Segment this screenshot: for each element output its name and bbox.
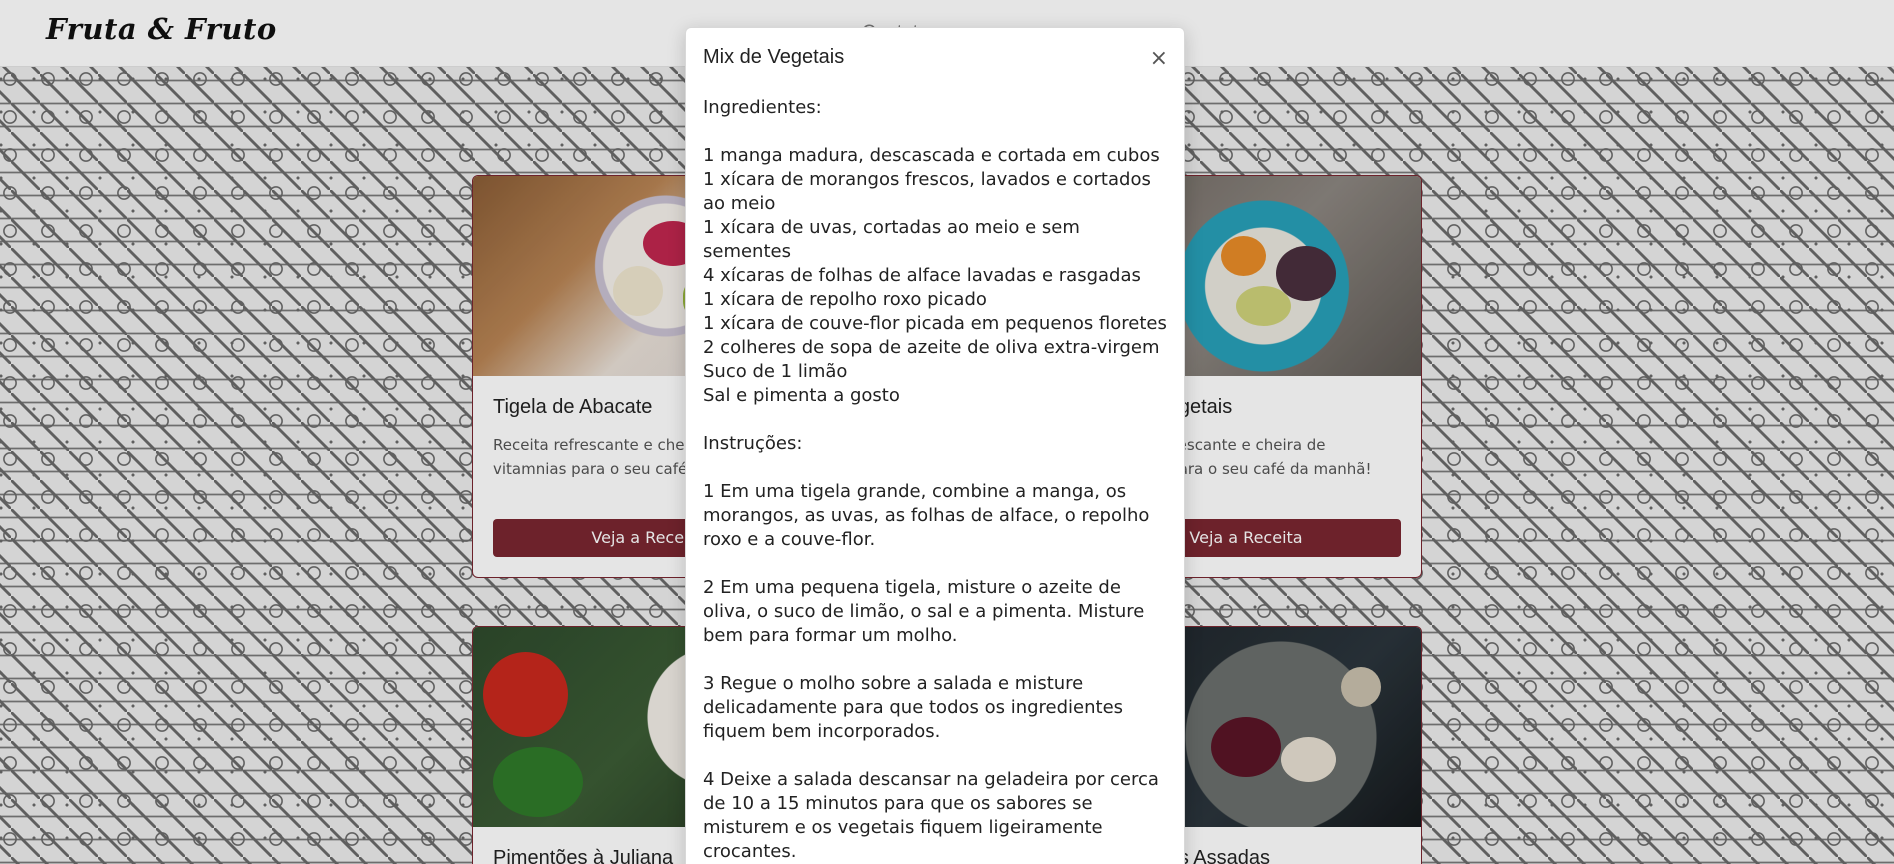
instruction-step: 3 Regue o molho sobre a salada e misture… xyxy=(703,673,1129,742)
ingredient-item: Suco de 1 limão xyxy=(703,361,848,382)
instructions-heading: Instruções: xyxy=(703,433,803,454)
ingredient-item: 1 xícara de repolho roxo picado xyxy=(703,289,987,310)
close-icon[interactable]: × xyxy=(1150,48,1168,70)
ingredients-heading: Ingredientes: xyxy=(703,97,822,118)
ingredient-item: 1 xícara de uvas, cortadas ao meio e sem… xyxy=(703,217,1086,262)
ingredient-item: 1 xícara de morangos frescos, lavados e … xyxy=(703,169,1157,214)
modal-body: Ingredientes: 1 manga madura, descascada… xyxy=(703,96,1167,864)
instruction-step: 2 Em uma pequena tigela, misture o azeit… xyxy=(703,577,1151,646)
ingredient-item: 1 manga madura, descascada e cortada em … xyxy=(703,145,1160,166)
recipe-modal: Mix de Vegetais × Ingredientes: 1 manga … xyxy=(685,27,1185,864)
ingredient-item: 4 xícaras de folhas de alface lavadas e … xyxy=(703,265,1141,286)
ingredient-item: 1 xícara de couve-flor picada em pequeno… xyxy=(703,313,1167,334)
instruction-step: 4 Deixe a salada descansar na geladeira … xyxy=(703,769,1165,862)
modal-title: Mix de Vegetais xyxy=(703,46,845,68)
ingredient-item: Sal e pimenta a gosto xyxy=(703,385,900,406)
instruction-step: 1 Em uma tigela grande, combine a manga,… xyxy=(703,481,1156,550)
ingredient-item: 2 colheres de sopa de azeite de oliva ex… xyxy=(703,337,1160,358)
